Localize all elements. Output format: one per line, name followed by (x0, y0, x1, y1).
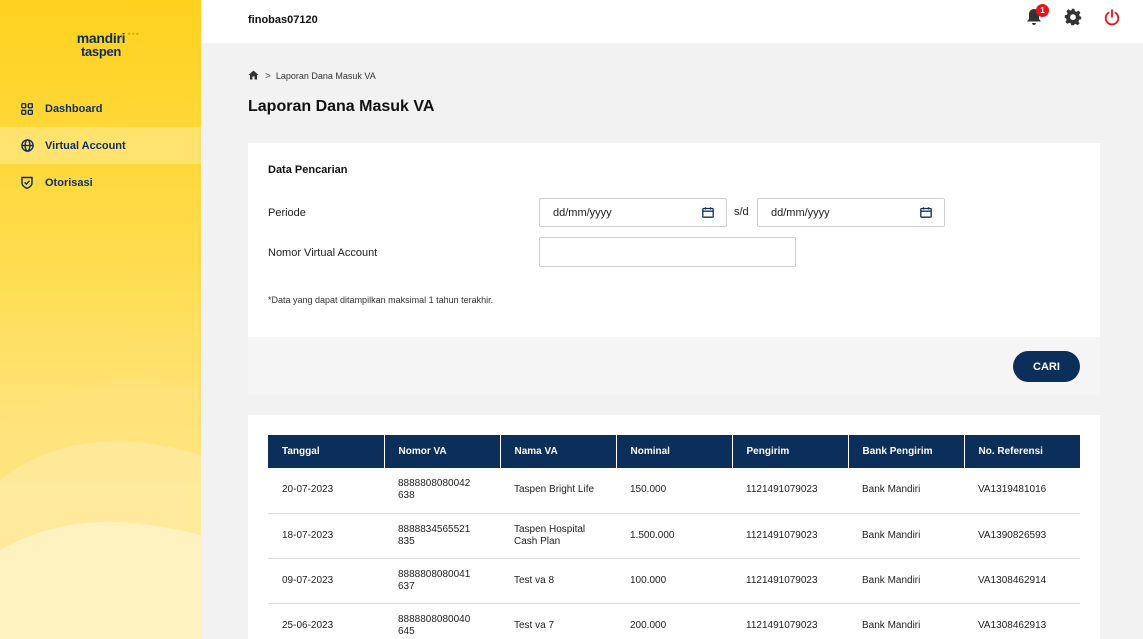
table-cell: Taspen Hospital Cash Plan (500, 513, 616, 559)
va-number-label: Nomor Virtual Account (268, 247, 378, 259)
table-cell: 8888808080042 638 (384, 468, 500, 514)
table-cell: VA1390826593 (964, 513, 1080, 559)
table-cell: 1121491079023 (732, 468, 848, 514)
periode-label: Periode (268, 207, 306, 219)
table-cell: 09-07-2023 (268, 558, 384, 604)
grid-icon (20, 102, 34, 116)
calendar-icon[interactable] (702, 207, 714, 221)
gear-icon (1064, 8, 1082, 31)
table-cell: 1121491079023 (732, 603, 848, 639)
search-card: Data Pencarian Periode dd/mm/yyyy s/d dd… (248, 143, 1100, 395)
table-row[interactable]: 18-07-2023 8888834565521 835 Taspen Hosp… (268, 513, 1080, 559)
breadcrumb-separator: > (265, 70, 271, 82)
home-icon[interactable] (248, 70, 259, 82)
column-header[interactable]: Tanggal (268, 435, 384, 468)
table-cell: VA1308462913 (964, 603, 1080, 639)
table-cell: Taspen Bright Life (500, 468, 616, 514)
breadcrumb: > Laporan Dana Masuk VA (248, 70, 376, 82)
date-separator: s/d (734, 206, 749, 218)
table-cell: Test va 7 (500, 603, 616, 639)
column-header[interactable]: Nominal (615, 435, 732, 468)
table-row[interactable]: 25-06-2023 8888808080040 645 Test va 7 2… (268, 603, 1080, 639)
sidebar-item-dashboard[interactable]: Dashboard (0, 90, 201, 127)
table-row[interactable]: 09-07-2023 8888808080041 637 Test va 8 1… (268, 558, 1080, 604)
date-from-input[interactable]: dd/mm/yyyy (539, 198, 727, 227)
notification-button[interactable]: 1 (1024, 4, 1049, 29)
search-button[interactable]: CARI (1013, 351, 1080, 382)
globe-icon (20, 139, 34, 153)
sidebar-item-otorisasi[interactable]: Otorisasi (0, 164, 201, 201)
table-cell: 8888834565521 835 (384, 513, 500, 559)
sidebar-item-virtual-account[interactable]: Virtual Account (0, 127, 201, 164)
date-to-placeholder: dd/mm/yyyy (771, 206, 830, 219)
logo-dots: ••• (127, 29, 140, 39)
power-icon (1104, 8, 1120, 31)
settings-button[interactable] (1063, 8, 1082, 31)
sidebar-item-label: Otorisasi (45, 176, 93, 189)
sidebar-item-label: Virtual Account (45, 139, 126, 152)
date-to-input[interactable]: dd/mm/yyyy (757, 198, 945, 227)
column-header[interactable]: Bank Pengirim (847, 435, 964, 468)
va-number-input[interactable] (539, 237, 796, 267)
table-cell: 8888808080041 637 (384, 558, 500, 604)
table-cell: Bank Mandiri (848, 513, 964, 559)
table-cell: 18-07-2023 (268, 513, 384, 559)
table-cell: 150.000 (616, 468, 732, 514)
table-cell: 8888808080040 645 (384, 603, 500, 639)
table-cell: VA1319481016 (964, 468, 1080, 514)
sidebar-nav: Dashboard Virtual Account Otorisasi (0, 90, 201, 201)
search-card-title: Data Pencarian (268, 164, 348, 176)
table-cell: 1121491079023 (732, 513, 848, 559)
table-cell: VA1308462914 (964, 558, 1080, 604)
shield-check-icon (20, 176, 34, 190)
column-header[interactable]: Nomor VA (383, 435, 500, 468)
search-note: *Data yang dapat ditampilkan maksimal 1 … (268, 295, 494, 305)
table-cell: 1.500.000 (616, 513, 732, 559)
table-cell: Bank Mandiri (848, 558, 964, 604)
table-cell: Bank Mandiri (848, 603, 964, 639)
table-cell: 100.000 (616, 558, 732, 604)
notification-badge: 1 (1036, 4, 1049, 17)
results-table: Tanggal Nomor VA Nama VA Nominal Pengiri… (268, 435, 1080, 639)
sidebar-item-label: Dashboard (45, 102, 103, 115)
table-header-row: Tanggal Nomor VA Nama VA Nominal Pengiri… (268, 435, 1080, 468)
table-cell: 1121491079023 (732, 558, 848, 604)
table-cell: Test va 8 (500, 558, 616, 604)
logout-button[interactable] (1102, 8, 1121, 31)
column-header[interactable]: No. Referensi (963, 435, 1080, 468)
username: finobas07120 (248, 14, 318, 26)
topbar: finobas07120 1 (201, 0, 1143, 43)
table-cell: 25-06-2023 (268, 603, 384, 639)
table-row[interactable]: 20-07-2023 8888808080042 638 Taspen Brig… (268, 468, 1080, 514)
sidebar: mandiri taspen ••• Dashboard Virtual Acc… (0, 0, 201, 639)
table-cell: 20-07-2023 (268, 468, 384, 514)
topbar-actions: 1 (1024, 4, 1121, 31)
calendar-icon[interactable] (920, 207, 932, 221)
column-header[interactable]: Nama VA (499, 435, 616, 468)
logo-line-2: taspen (80, 44, 122, 59)
table-cell: 200.000 (616, 603, 732, 639)
column-header[interactable]: Pengirim (731, 435, 848, 468)
results-card: Tanggal Nomor VA Nama VA Nominal Pengiri… (248, 415, 1100, 639)
decorative-waves (0, 380, 201, 639)
page-title: Laporan Dana Masuk VA (248, 98, 435, 115)
mandiri-taspen-logo: mandiri taspen ••• (66, 29, 139, 59)
breadcrumb-current: Laporan Dana Masuk VA (275, 71, 376, 81)
date-from-placeholder: dd/mm/yyyy (553, 206, 612, 219)
search-card-footer (248, 337, 1100, 395)
table-cell: Bank Mandiri (848, 468, 964, 514)
